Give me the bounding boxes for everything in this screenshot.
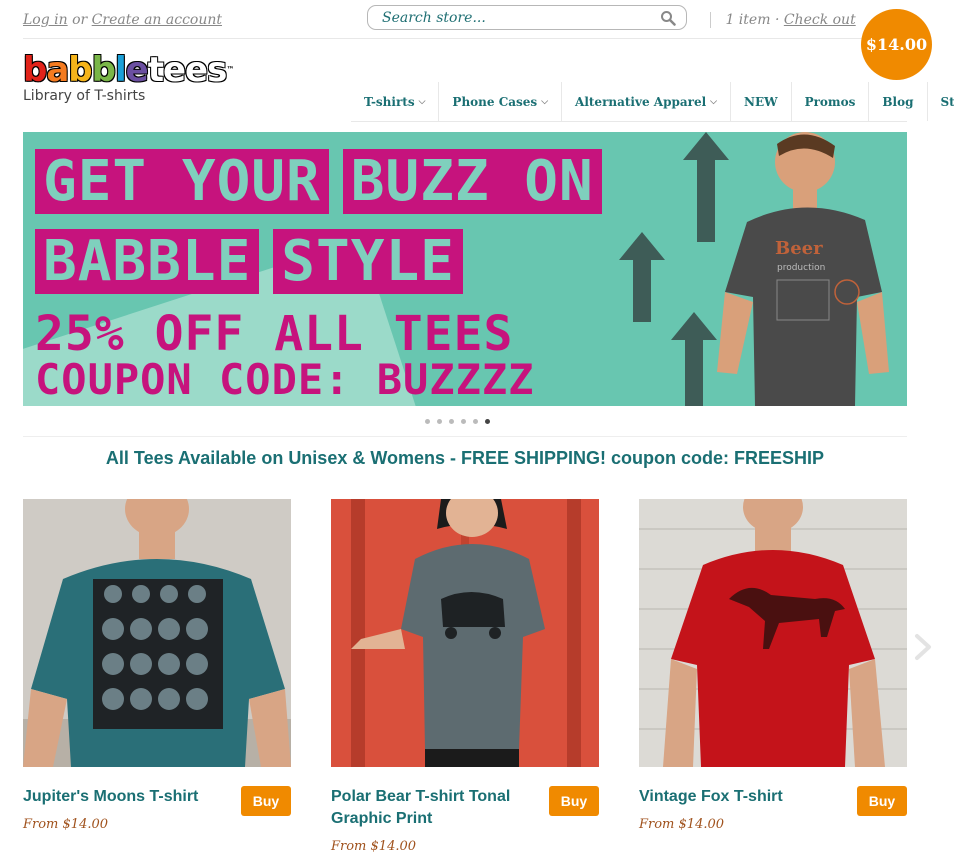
logo-letter: e	[185, 50, 208, 90]
trademark-symbol: ™	[226, 65, 234, 74]
promo-message: All Tees Available on Unisex & Womens - …	[105, 448, 825, 468]
slider-dot[interactable]	[449, 419, 454, 424]
cart-item-count[interactable]: 1 item	[725, 12, 770, 28]
banner-text: BABBLE	[35, 229, 260, 294]
logo-letter: t	[147, 50, 164, 90]
banner-text: STYLE	[273, 229, 463, 294]
chevron-right-icon[interactable]	[912, 633, 934, 661]
cart-total-badge[interactable]: $14.00	[861, 9, 932, 80]
chevron-down-icon: ⌵	[710, 96, 717, 107]
checkout-link[interactable]: Check out	[784, 12, 856, 28]
nav-item-label: Style	[940, 94, 954, 109]
product-name[interactable]: Vintage Fox T-shirt	[639, 786, 839, 808]
buy-button[interactable]: Buy	[241, 786, 291, 816]
divider	[23, 436, 907, 437]
nav-item-label: Alternative Apparel	[575, 94, 707, 109]
slider-dot[interactable]	[425, 419, 430, 424]
nav-item-label: Phone Cases	[452, 94, 538, 109]
top-bar: Log in or Create an account 1 item · Che…	[23, 0, 907, 39]
banner-text: BUZZ ON	[342, 149, 602, 214]
search-icon[interactable]	[660, 10, 676, 26]
buy-button[interactable]: Buy	[549, 786, 599, 816]
slider-dot[interactable]	[437, 419, 442, 424]
product-image[interactable]	[639, 499, 907, 767]
hero-banner[interactable]: GET YOUR BUZZ ON BABBLE STYLE 25% OFF ALL …	[23, 132, 907, 406]
nav-item-label: Promos	[804, 94, 856, 109]
logo-letter: s	[207, 50, 227, 90]
create-account-link[interactable]: Create an account	[92, 12, 222, 28]
product-card: Polar Bear T-shirt Tonal Graphic Print F…	[331, 499, 599, 854]
account-links: Log in or Create an account	[23, 12, 222, 28]
site-logo[interactable]: babbletees™ Library of T-shirts	[23, 50, 234, 108]
slider-dots	[425, 419, 490, 424]
nav-item-tshirts[interactable]: T-shirts ⌵	[351, 82, 438, 121]
cart-separator: ·	[774, 12, 780, 28]
product-price: From $14.00	[331, 839, 417, 854]
slider-dot[interactable]	[485, 419, 490, 424]
logo-letter: l	[114, 50, 127, 90]
slider-dot[interactable]	[461, 419, 466, 424]
chevron-down-icon: ⌵	[418, 96, 426, 107]
product-name[interactable]: Jupiter's Moons T-shirt	[23, 786, 223, 808]
nav-item-label: NEW	[743, 94, 778, 109]
product-image[interactable]	[23, 499, 291, 767]
logo-letter: b	[68, 50, 92, 90]
search-input[interactable]	[368, 6, 652, 29]
logo-letter: a	[46, 50, 69, 90]
nav-item-label: Blog	[882, 94, 914, 109]
banner-headline-line-2: BABBLE STYLE	[35, 226, 477, 298]
logo-letter: e	[125, 50, 149, 90]
nav-item-new[interactable]: NEW	[729, 82, 791, 121]
buy-button[interactable]: Buy	[857, 786, 907, 816]
banner-coupon-code: COUPON CODE: BUZZZZ	[35, 355, 535, 404]
product-card: Vintage Fox T-shirt From $14.00 Buy	[639, 499, 907, 832]
cart-info: 1 item · Check out	[710, 12, 856, 28]
main-nav: T-shirts ⌵ Phone Cases ⌵ Alternative Appar…	[351, 82, 954, 122]
banner-text: GET YOUR	[35, 149, 329, 214]
login-link[interactable]: Log in	[23, 12, 68, 28]
search-box	[367, 5, 687, 30]
chevron-down-icon: ⌵	[541, 96, 549, 107]
banner-headline-line-1: GET YOUR BUZZ ON	[35, 146, 616, 218]
nav-item-alternative-apparel[interactable]: Alternative Apparel ⌵	[561, 82, 730, 121]
nav-item-phone-cases[interactable]: Phone Cases ⌵	[438, 82, 561, 121]
slider-dot[interactable]	[473, 419, 478, 424]
product-image[interactable]	[331, 499, 599, 767]
nav-item-promos[interactable]: Promos	[790, 82, 869, 121]
product-price: From $14.00	[23, 817, 109, 832]
product-name[interactable]: Polar Bear T-shirt Tonal Graphic Print	[331, 786, 531, 830]
model-photo: Beer production	[717, 132, 889, 406]
logo-wordmark: babbletees™	[23, 50, 234, 90]
divider	[710, 12, 711, 28]
shirt-print-subtitle: production	[777, 263, 825, 273]
nav-item-blog[interactable]: Blog	[868, 82, 926, 121]
logo-letter: e	[162, 50, 186, 90]
logo-letter: b	[91, 50, 116, 90]
nav-item-style[interactable]: Style	[926, 82, 954, 121]
arrow-up-icon	[619, 232, 665, 322]
or-text: or	[72, 12, 88, 28]
logo-letter: b	[23, 50, 47, 90]
product-price: From $14.00	[639, 817, 725, 832]
banner-discount: 25% OFF ALL TEES	[35, 306, 514, 362]
nav-item-label: T-shirts	[364, 94, 415, 109]
logo-tagline: Library of T-shirts	[23, 88, 146, 104]
shirt-print-title: Beer	[775, 238, 823, 259]
product-card: Jupiter's Moons T-shirt From $14.00 Buy	[23, 499, 291, 832]
